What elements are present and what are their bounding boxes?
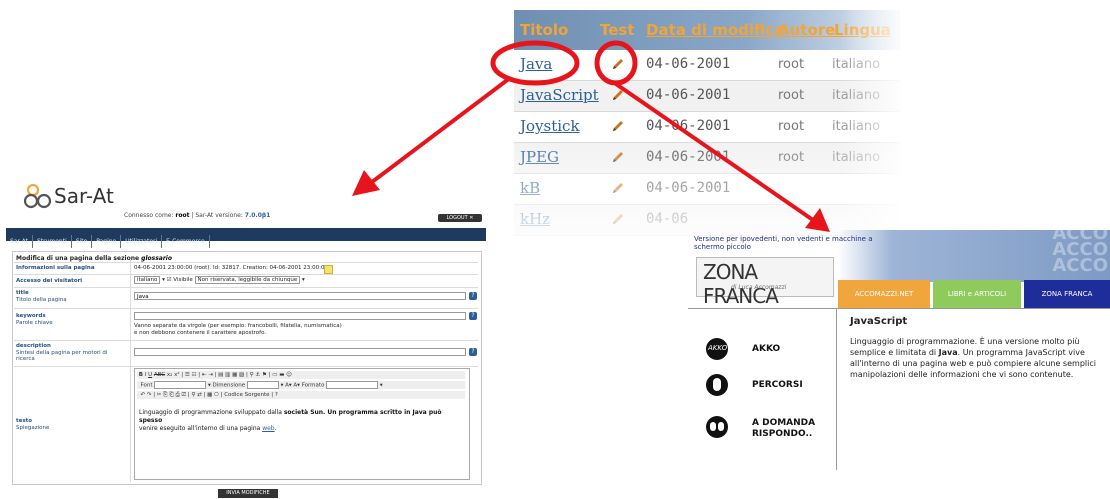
arrowhead-website [805, 208, 830, 232]
arrow-to-cms [370, 76, 512, 184]
annotation-overlay [352, 40, 830, 232]
arrow-to-website [614, 82, 815, 222]
highlight-ellipse-edit [594, 40, 638, 86]
highlight-ellipse-java [490, 40, 580, 86]
arrowhead-cms [352, 170, 380, 196]
